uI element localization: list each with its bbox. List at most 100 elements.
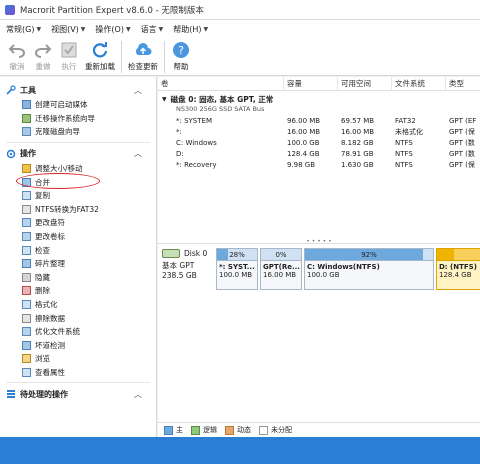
disk-info-box[interactable]: Disk 0 基本 GPT 238.5 GB xyxy=(162,249,216,289)
partition-size: 16.00 MB xyxy=(263,271,297,279)
menu-help[interactable]: 帮助(H) ▼ xyxy=(173,24,208,35)
legend-label: 未分配 xyxy=(271,426,292,434)
help-icon: ? xyxy=(171,40,191,60)
sidebar-item-hide[interactable]: 隐藏 xyxy=(0,271,156,285)
disk-size: 238.5 GB xyxy=(162,271,197,280)
sidebar-item-ntfs-to-fat32[interactable]: NTFS转换为FAT32 xyxy=(0,203,156,217)
menu-view[interactable]: 视图(V) ▼ xyxy=(51,24,85,35)
usage-bar: 28% xyxy=(217,249,257,261)
pending-section-header[interactable]: 待处理的操作 ︿ xyxy=(0,386,156,402)
col-free[interactable]: 可用空间 xyxy=(338,76,392,91)
disk-icon xyxy=(162,249,180,258)
usage-bar: 0% xyxy=(261,249,301,261)
cell-volume: *: xyxy=(176,127,182,136)
logical-swatch xyxy=(191,425,200,435)
disk-type: 基本 GPT xyxy=(162,261,195,270)
sidebar-item-wipe[interactable]: 擦除数据 xyxy=(0,311,156,325)
partition-block[interactable]: 0% GPT(Re... 16.00 MB xyxy=(260,248,302,290)
operations-header-label: 操作 xyxy=(20,149,36,159)
menu-general[interactable]: 常规(G) ▼ xyxy=(6,24,41,35)
sidebar-item-format[interactable]: 格式化 xyxy=(0,298,156,312)
col-volume[interactable]: 卷 xyxy=(158,76,284,91)
cell-fs: FAT32 xyxy=(395,116,416,125)
tools-icon xyxy=(6,85,16,95)
partition-block[interactable]: 92% C: Windows(NTFS) 100.0 GB xyxy=(304,248,434,290)
format-icon xyxy=(22,300,31,310)
sidebar-item-properties[interactable]: 查看属性 xyxy=(0,366,156,380)
drive-letter-icon xyxy=(22,218,31,228)
execute-label: 执行 xyxy=(61,62,77,71)
sidebar-item-check[interactable]: 检查 xyxy=(0,243,156,257)
partition-block[interactable]: 28% *: SYST... 100.0 MB xyxy=(216,248,258,290)
sidebar-item-label: 检查 xyxy=(35,245,50,255)
reload-button[interactable]: 重新加载 xyxy=(82,38,118,74)
cloud-upload-icon xyxy=(133,40,153,60)
col-capacity[interactable]: 容量 xyxy=(284,76,338,91)
sidebar-item-copy[interactable]: 复制 xyxy=(0,189,156,203)
table-row[interactable]: D: 128.4 GB 78.91 GB NTFS GPT (数 xyxy=(158,148,480,159)
menu-operation-label: 操作(O) xyxy=(95,24,124,34)
legend-item-logical: 逻辑 xyxy=(191,425,217,435)
menu-language[interactable]: 语言 ▼ xyxy=(141,24,164,35)
sidebar-item-change-label[interactable]: 更改卷标 xyxy=(0,230,156,244)
operations-section-header[interactable]: 操作 ︿ xyxy=(0,146,156,162)
menu-operation[interactable]: 操作(O) ▼ xyxy=(95,24,130,35)
sidebar-item-label: 优化文件系统 xyxy=(35,327,80,337)
cell-capacity: 9.98 GB xyxy=(287,160,316,169)
sidebar-item-label: NTFS转换为FAT32 xyxy=(35,204,99,214)
sidebar: 工具 ︿ 创建可启动媒体 迁移操作系统向导 克隆磁盘向导 操作 ︿ 调整大小/移… xyxy=(0,77,157,437)
surface-test-icon xyxy=(22,340,31,350)
toolbar: 撤消 重做 执行 重新加载 检查更新 ? 帮助 xyxy=(0,38,480,76)
undo-button[interactable]: 撤消 xyxy=(4,38,30,74)
sidebar-item-explore[interactable]: 浏览 xyxy=(0,352,156,366)
sidebar-item-label: 浏览 xyxy=(35,354,50,364)
sidebar-item-migrate-os[interactable]: 迁移操作系统向导 xyxy=(0,112,156,126)
col-type[interactable]: 类型 xyxy=(446,77,480,91)
tools-header-label: 工具 xyxy=(20,85,36,95)
usage-percent: 28% xyxy=(229,251,245,259)
partition-block-selected[interactable]: D: (NTFS) 128.4 GB xyxy=(436,248,480,290)
cell-volume: C: Windows xyxy=(176,138,217,147)
cell-fs: NTFS xyxy=(395,160,413,169)
execute-button[interactable]: 执行 xyxy=(56,38,82,74)
partition-name: C: Windows(NTFS) xyxy=(307,263,380,271)
table-row[interactable]: *: 16.00 MB 16.00 MB 未格式化 GPT (保 xyxy=(158,126,480,137)
sidebar-item-change-letter[interactable]: 更改盘符 xyxy=(0,216,156,230)
col-filesystem[interactable]: 文件系统 xyxy=(392,76,446,91)
check-update-button[interactable]: 检查更新 xyxy=(125,38,161,74)
collapse-icon[interactable]: ▼ xyxy=(162,96,167,103)
help-button[interactable]: ? 帮助 xyxy=(168,38,194,74)
sidebar-item-defrag[interactable]: 碎片整理 xyxy=(0,257,156,271)
menu-help-label: 帮助(H) xyxy=(173,24,202,34)
redo-button[interactable]: 重做 xyxy=(30,38,56,74)
cell-free: 1.630 GB xyxy=(341,160,374,169)
unallocated-swatch xyxy=(259,425,268,435)
refresh-icon xyxy=(90,40,110,60)
disk-row[interactable]: ▼ 磁盘 0: 固态, 基本 GPT, 正常 NS300 256G SSD SAT… xyxy=(158,91,480,115)
legend: 主 逻辑 动态 未分配 xyxy=(158,422,480,437)
cell-fs: 未格式化 xyxy=(395,127,423,136)
cell-capacity: 96.00 MB xyxy=(287,116,321,125)
cell-volume: *: SYSTEM xyxy=(176,116,212,125)
explore-icon xyxy=(22,354,31,364)
svg-text:?: ? xyxy=(178,44,184,57)
cell-fs: NTFS xyxy=(395,138,413,147)
sidebar-item-clone-disk[interactable]: 克隆磁盘向导 xyxy=(0,125,156,139)
menu-language-label: 语言 xyxy=(140,24,157,34)
optimize-icon xyxy=(22,327,31,337)
legend-label: 动态 xyxy=(237,426,251,434)
table-row[interactable]: *: SYSTEM 96.00 MB 69.57 MB FAT32 GPT (E… xyxy=(158,115,480,126)
sidebar-item-surface-test[interactable]: 坏道检测 xyxy=(0,339,156,353)
pending-icon xyxy=(6,389,16,399)
chevron-down-icon: ▼ xyxy=(158,25,164,33)
sidebar-item-optimize-fs[interactable]: 优化文件系统 xyxy=(0,325,156,339)
table-row[interactable]: C: Windows 100.0 GB 8.182 GB NTFS GPT (数 xyxy=(158,137,480,148)
sidebar-item-delete[interactable]: 删除 xyxy=(0,284,156,298)
copy-icon xyxy=(22,191,31,201)
undo-icon xyxy=(7,40,27,60)
usage-fill xyxy=(217,249,229,260)
tools-section-header[interactable]: 工具 ︿ xyxy=(0,82,156,98)
cell-capacity: 100.0 GB xyxy=(287,138,320,147)
sidebar-item-create-bootable[interactable]: 创建可启动媒体 xyxy=(0,98,156,112)
table-row[interactable]: *: Recovery 9.98 GB 1.630 GB NTFS GPT (保 xyxy=(158,159,480,170)
